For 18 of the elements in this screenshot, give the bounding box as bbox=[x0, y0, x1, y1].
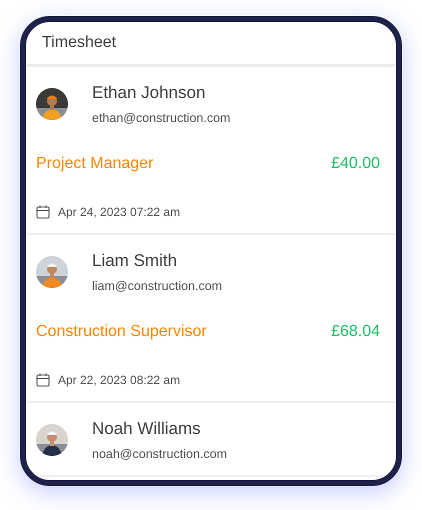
email-address: ethan@construction.com bbox=[92, 111, 230, 125]
amount: £40.00 bbox=[331, 155, 380, 173]
job-role: Construction Supervisor bbox=[36, 323, 207, 341]
page-title: Timesheet bbox=[42, 34, 116, 52]
timesheet-entry[interactable]: Ethan Johnson ethan@construction.com Project Manager £40.00 Apr 24, 2023 07:22 am bbox=[26, 67, 396, 235]
person-name: Noah Williams bbox=[92, 419, 202, 439]
entry-date: Apr 22, 2023 08:22 am bbox=[58, 373, 180, 387]
email-address: noah@construction.com bbox=[92, 447, 227, 461]
job-role: Project Manager bbox=[36, 155, 154, 173]
amount: £68.04 bbox=[331, 323, 380, 341]
email-address: liam@construction.com bbox=[92, 279, 222, 293]
entry-date: Apr 24, 2023 07:22 am bbox=[58, 205, 180, 219]
person-name: Liam Smith bbox=[92, 251, 178, 271]
timesheet-entry[interactable]: Liam Smith liam@construction.com Construction Supervisor £68.04 Apr 22, 2023 08:22 am bbox=[26, 235, 396, 403]
calendar-icon bbox=[36, 373, 50, 387]
timesheet-entry[interactable]: Noah Williams noah@construction.com bbox=[26, 403, 396, 477]
calendar-icon bbox=[36, 205, 50, 219]
person-name: Ethan Johnson bbox=[92, 83, 206, 103]
